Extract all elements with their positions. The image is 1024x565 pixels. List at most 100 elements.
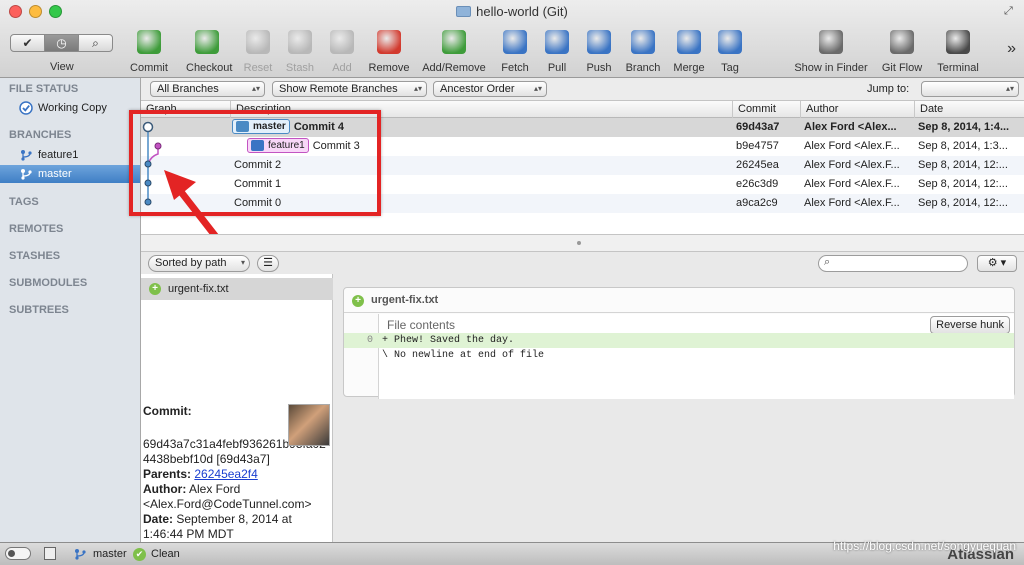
dropdown-arrow-icon: ▾	[240, 258, 245, 267]
toolbar-show-in-finder-button[interactable]: Show in Finder	[789, 30, 873, 76]
toolbar-stash-button[interactable]: Stash	[284, 30, 316, 76]
toolbar-git-flow-button[interactable]: Git Flow	[876, 30, 928, 76]
parent-commit-link[interactable]: 26245ea2f4	[194, 467, 257, 481]
column-date[interactable]: Date	[914, 101, 1024, 118]
terminal-icon	[946, 30, 970, 54]
dropdown-arrows-icon: ▴▾	[251, 84, 260, 93]
author-avatar	[288, 404, 330, 446]
sidebar-header-file-status: FILE STATUS	[9, 83, 79, 95]
branch-filter-dropdown[interactable]: All Branches ▴▾	[150, 81, 265, 97]
remote-branches-dropdown[interactable]: Show Remote Branches ▴▾	[272, 81, 427, 97]
history-filter-bar: All Branches ▴▾ Show Remote Branches ▴▾ An…	[141, 78, 1024, 101]
git-flow-icon	[890, 30, 914, 54]
check-circle-icon	[19, 101, 33, 115]
status-bar: master ✔ Clean Atlassian https://blog.cs…	[0, 539, 1024, 565]
sidebar-header-remotes[interactable]: REMOTES	[9, 223, 63, 235]
hunk-header: File contents	[387, 318, 456, 332]
lower-pane: Sorted by path ▾ ☰ ⌕ ⚙ ▾ + urgent-fix.txt…	[141, 252, 1024, 542]
sidebar-item-working-copy[interactable]: Working Copy	[0, 99, 140, 117]
view-label: View	[50, 61, 74, 73]
checkout-icon	[195, 30, 219, 54]
search-input[interactable]	[837, 257, 963, 270]
sidebar-item-feature1[interactable]: feature1	[0, 146, 140, 164]
sidebar-header-branches: BRANCHES	[9, 129, 72, 141]
toolbar-checkout-button[interactable]: Checkout	[186, 30, 232, 76]
current-branch-icon	[21, 169, 32, 180]
file-added-icon: +	[352, 295, 364, 307]
add-icon	[330, 30, 354, 54]
order-dropdown[interactable]: Ancestor Order ▴▾	[433, 81, 547, 97]
toolbar: hello-world (Git) ⤢ ✔ ◷ ⌕ View Commit Che…	[0, 0, 1024, 78]
sidebar-item-master[interactable]: master	[0, 165, 140, 183]
push-icon	[587, 30, 611, 54]
file-item[interactable]: + urgent-fix.txt	[141, 278, 333, 300]
add-remove-icon	[442, 30, 466, 54]
diff-panel: + urgent-fix.txt File contents Reverse h…	[343, 287, 1015, 399]
file-added-icon: +	[149, 283, 161, 295]
list-options-icon[interactable]: ☰	[257, 255, 279, 272]
sidebar: FILE STATUS Working Copy BRANCHES featur…	[0, 78, 141, 542]
dropdown-arrows-icon: ▴▾	[413, 84, 422, 93]
toolbar-overflow-icon[interactable]: »	[1007, 40, 1016, 58]
diff-line-added: 0 + Phew! Saved the day.	[344, 333, 1014, 348]
toolbar-remove-button[interactable]: Remove	[367, 30, 411, 76]
jump-to-dropdown[interactable]: ▴▾	[921, 81, 1019, 97]
window-title: hello-world (Git)	[0, 4, 1024, 19]
commit-icon	[137, 30, 161, 54]
toolbar-push-button[interactable]: Push	[584, 30, 614, 76]
toolbar-add-remove-button[interactable]: Add/Remove	[419, 30, 489, 76]
toolbar-terminal-button[interactable]: Terminal	[932, 30, 984, 76]
tag-icon	[718, 30, 742, 54]
branch-icon	[631, 30, 655, 54]
remove-icon	[377, 30, 401, 54]
splitter-grip-icon	[577, 241, 581, 245]
reverse-hunk-button[interactable]: Reverse hunk	[930, 316, 1010, 334]
sidebar-header-stashes[interactable]: STASHES	[9, 250, 60, 262]
sidebar-header-subtrees[interactable]: SUBTREES	[9, 304, 69, 316]
fullscreen-icon[interactable]: ⤢	[1004, 5, 1016, 17]
diff-file-header: + urgent-fix.txt	[344, 288, 1014, 313]
current-branch-label: master	[93, 548, 127, 560]
toolbar-merge-button[interactable]: Merge	[670, 30, 708, 76]
toolbar-pull-button[interactable]: Pull	[542, 30, 572, 76]
clock-icon[interactable]: ◷	[45, 35, 79, 51]
search-field[interactable]: ⌕	[818, 255, 968, 272]
toolbar-branch-button[interactable]: Branch	[624, 30, 662, 76]
finder-icon	[819, 30, 843, 54]
jump-to-label: Jump to:	[867, 83, 910, 95]
stash-icon	[288, 30, 312, 54]
magnifier-icon[interactable]: ⌕	[79, 35, 112, 51]
sidebar-header-tags[interactable]: TAGS	[9, 196, 39, 208]
commit-details: Commit: 69d43a7c31a4febf936261b95fa02443…	[141, 402, 333, 542]
toolbar-add-button[interactable]: Add	[327, 30, 357, 76]
view-mode-selector[interactable]: ✔ ◷ ⌕	[10, 34, 113, 52]
search-icon: ⌕	[824, 256, 831, 268]
working-copy-status: Clean	[151, 548, 180, 560]
sidebar-toggle-icon[interactable]	[5, 547, 31, 560]
pull-icon	[545, 30, 569, 54]
clean-check-icon: ✔	[133, 548, 146, 561]
watermark-text: https://blog.csdn.net/songyuequan	[833, 539, 1016, 553]
diff-line-note: \ No newline at end of file	[382, 350, 545, 361]
fetch-icon	[503, 30, 527, 54]
column-commit[interactable]: Commit	[732, 101, 800, 118]
toolbar-fetch-button[interactable]: Fetch	[497, 30, 533, 76]
settings-gear-icon[interactable]: ⚙ ▾	[977, 255, 1017, 272]
toolbar-tag-button[interactable]: Tag	[717, 30, 743, 76]
pane-splitter[interactable]	[141, 234, 1024, 252]
dropdown-arrows-icon: ▴▾	[1005, 84, 1014, 93]
sidebar-header-submodules[interactable]: SUBMODULES	[9, 277, 87, 289]
sort-dropdown[interactable]: Sorted by path ▾	[148, 255, 250, 272]
changed-files-list: + urgent-fix.txt	[141, 274, 333, 402]
column-author[interactable]: Author	[800, 101, 914, 118]
reset-icon	[246, 30, 270, 54]
checkmark-icon[interactable]: ✔	[11, 35, 45, 51]
panel-layout-icon[interactable]	[44, 547, 56, 560]
branch-icon	[21, 150, 32, 161]
toolbar-reset-button[interactable]: Reset	[240, 30, 276, 76]
folder-icon	[456, 6, 472, 17]
dropdown-arrows-icon: ▴▾	[533, 84, 542, 93]
toolbar-commit-button[interactable]: Commit	[128, 30, 170, 76]
branch-icon	[75, 549, 86, 560]
merge-icon	[677, 30, 701, 54]
